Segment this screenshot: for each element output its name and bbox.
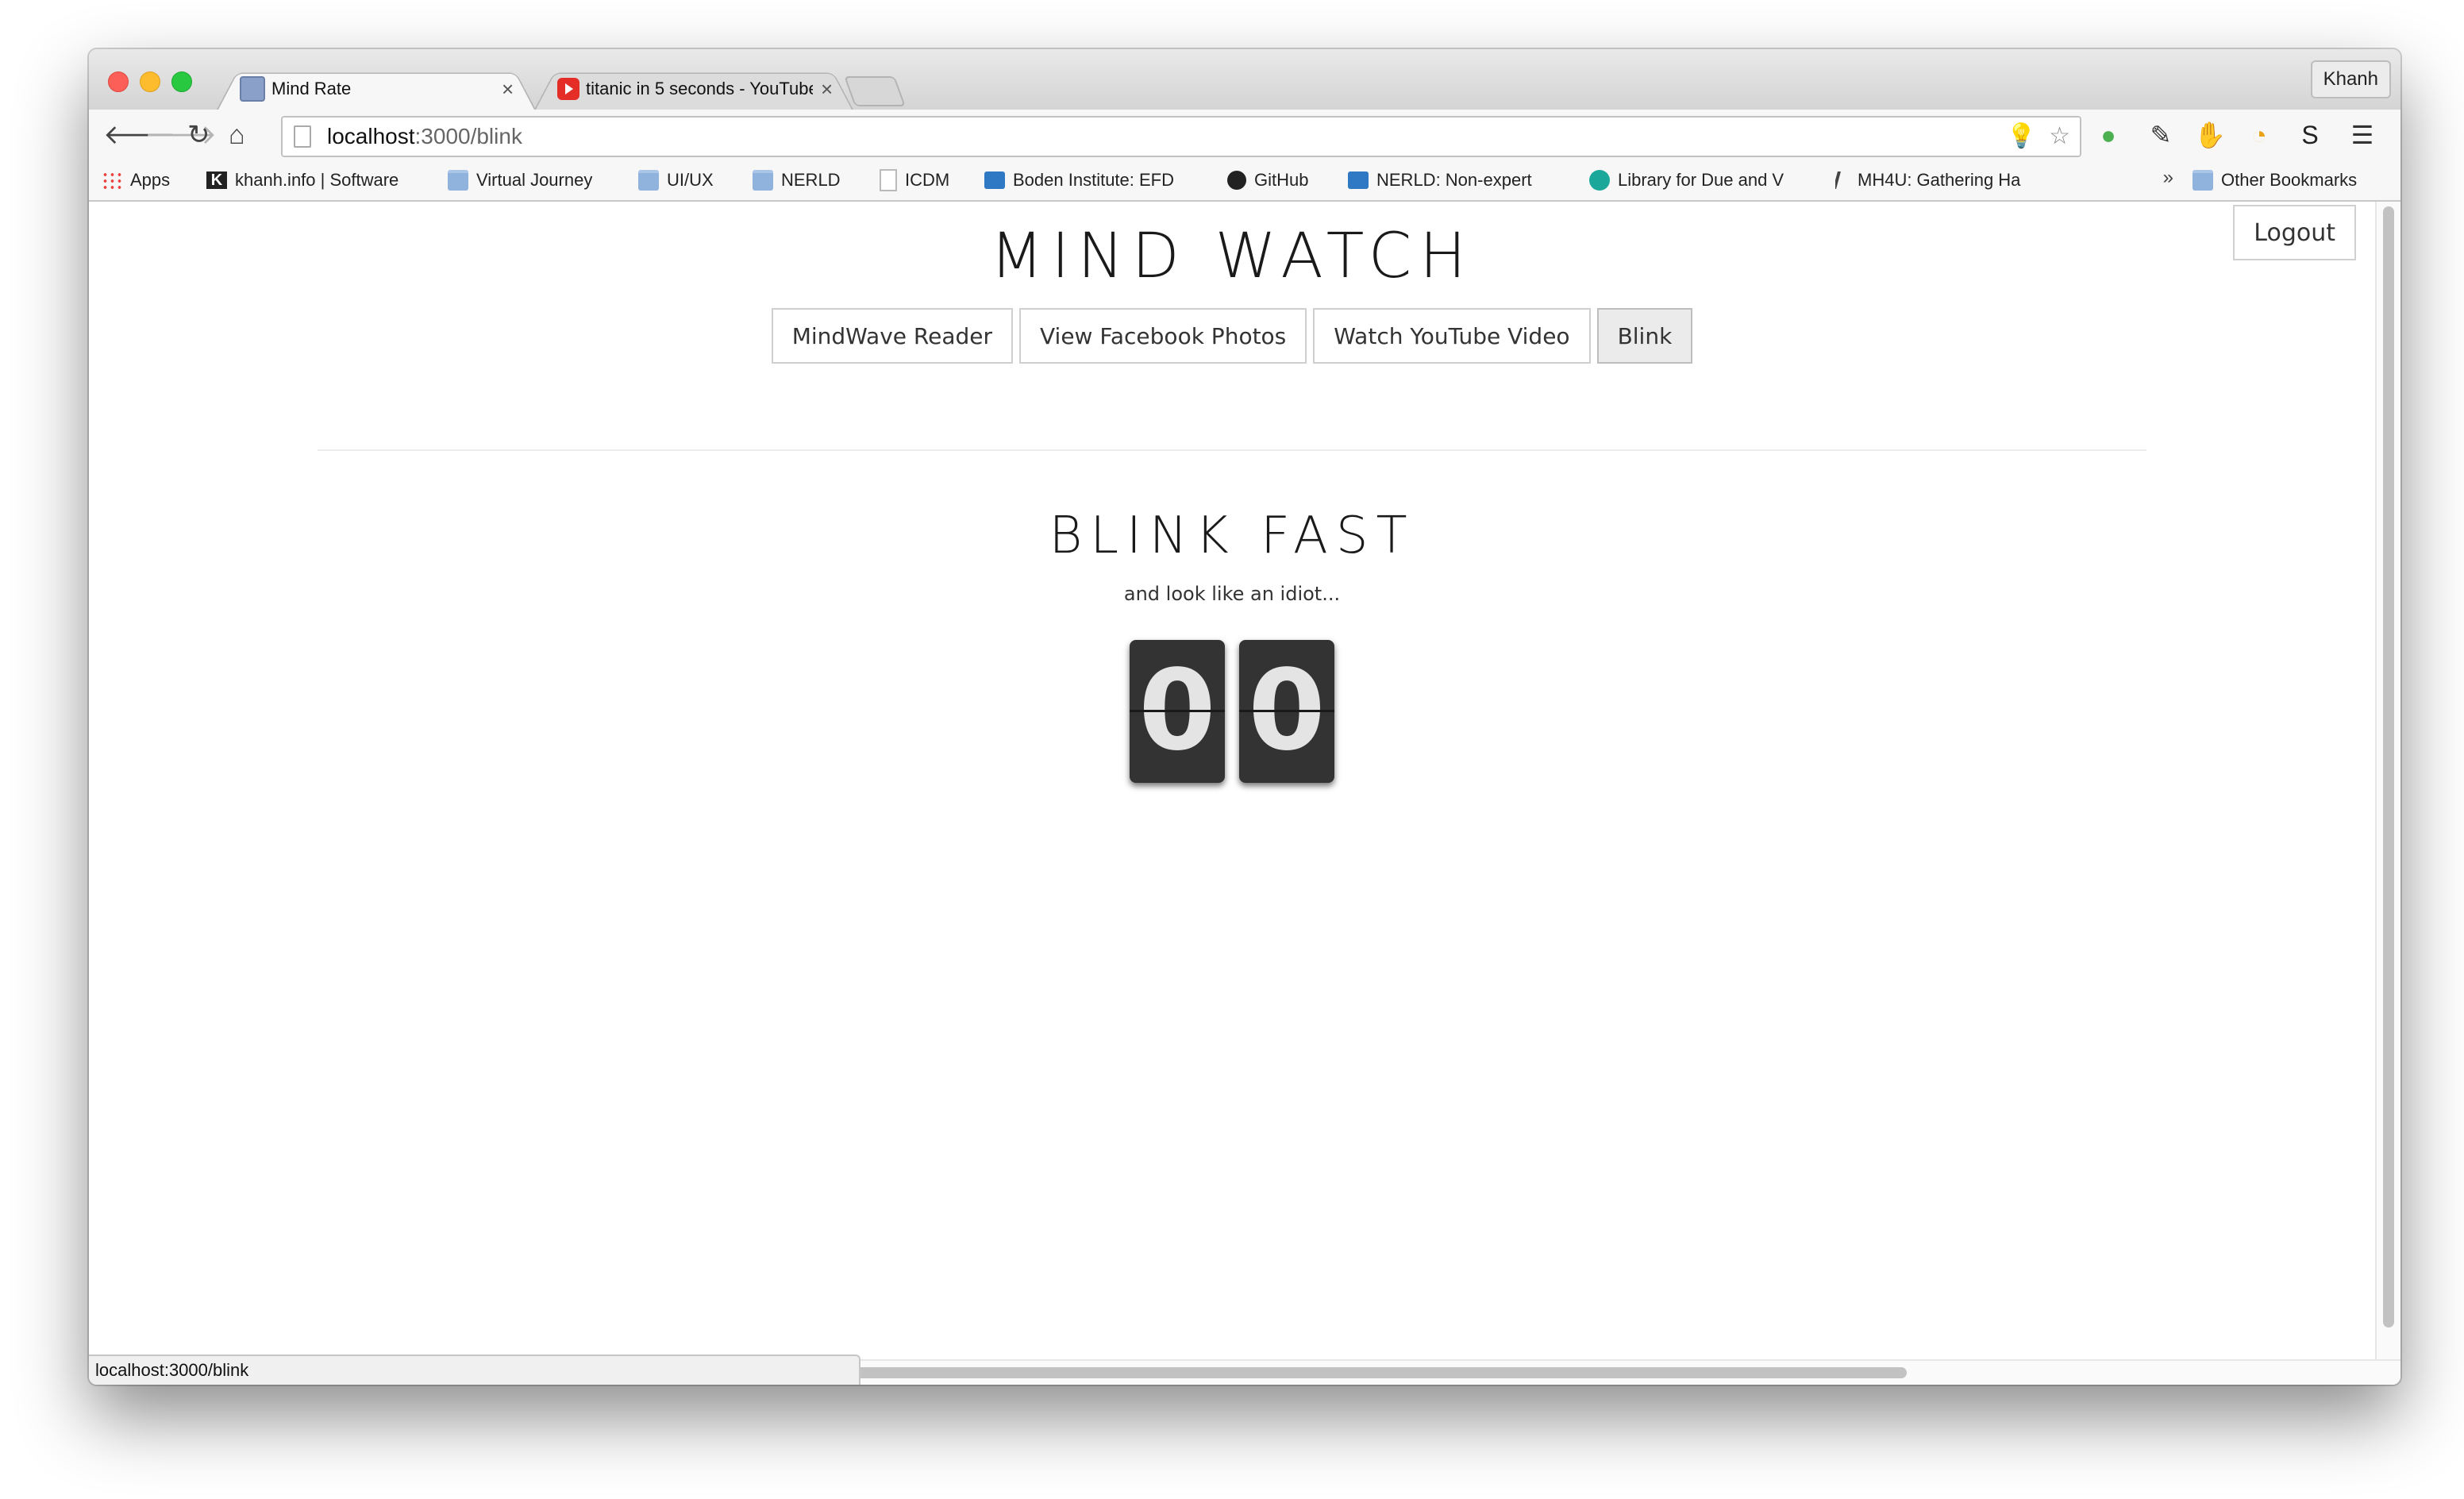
youtube-favicon-icon	[557, 78, 579, 100]
eyedropper-icon[interactable]: ✎	[2146, 121, 2175, 149]
bookmark-other-bookmarks[interactable]: Other Bookmarks	[2193, 167, 2357, 194]
quill-icon	[1835, 171, 1852, 189]
k-logo-icon: K	[206, 171, 227, 189]
url-path: :3000/blink	[414, 124, 522, 148]
lightbulb-icon[interactable]: 💡	[2007, 122, 2036, 150]
new-tab-button[interactable]	[844, 76, 906, 106]
blink-counter: 0 0	[89, 640, 2375, 783]
trello-icon	[1348, 171, 1369, 189]
owl-icon	[1589, 170, 1610, 191]
bookmark-virtual-journey[interactable]: Virtual Journey	[448, 167, 592, 194]
nav-mindwave-reader[interactable]: MindWave Reader	[771, 308, 1013, 364]
bookmark-star-icon[interactable]: ☆	[2049, 122, 2070, 150]
close-tab-icon[interactable]: ×	[502, 77, 514, 102]
browser-tab-mind-rate[interactable]: Mind Rate ×	[216, 67, 537, 111]
trello-icon	[984, 171, 1005, 189]
site-title: MIND WATCH	[990, 221, 1474, 292]
bookmark-nerld[interactable]: NERLD	[753, 167, 841, 194]
bookmark-icdm[interactable]: ICDM	[880, 167, 949, 194]
bookmark-apps[interactable]: Apps	[102, 167, 170, 194]
github-icon	[1227, 171, 1246, 190]
folder-icon	[638, 170, 659, 191]
page-icon	[294, 125, 311, 148]
bookmark-ui-ux[interactable]: UI/UX	[638, 167, 714, 194]
browser-window: Mind Rate × titanic in 5 seconds - YouTu…	[89, 49, 2400, 1385]
browser-tab-youtube[interactable]: titanic in 5 seconds - YouTube ×	[533, 67, 854, 111]
status-bar: localhost:3000/blink	[89, 1354, 860, 1385]
horizontal-scroll-thumb[interactable]	[848, 1367, 1907, 1378]
s-extension-icon[interactable]: S	[2296, 121, 2324, 149]
address-bar[interactable]: localhost :3000/blink 💡 ☆	[281, 116, 2081, 157]
tab-title: titanic in 5 seconds - YouTube	[586, 79, 813, 98]
bookmarks-overflow-chevron[interactable]: »	[2163, 167, 2173, 189]
window-maximize-button[interactable]	[171, 71, 192, 92]
nav-watch-youtube-video[interactable]: Watch YouTube Video	[1313, 308, 1591, 364]
window-minimize-button[interactable]	[140, 71, 160, 92]
vertical-scrollbar[interactable]	[2375, 202, 2400, 1359]
menu-icon[interactable]: ☰	[2348, 121, 2377, 149]
page-heading: BLINK FAST	[1049, 507, 1415, 565]
bookmarks-bar: Apps K khanh.info | Software Virtual Jou…	[89, 160, 2400, 202]
bookmark-github[interactable]: GitHub	[1227, 167, 1308, 194]
page-subtitle: and look like an idiot...	[1123, 583, 1341, 605]
counter-digit: 0	[1239, 640, 1334, 783]
page-content: Logout MIND WATCH MindWave Reader View F…	[89, 202, 2375, 1359]
window-close-button[interactable]	[108, 71, 129, 92]
apps-grid-icon	[102, 171, 122, 189]
vertical-scroll-thumb[interactable]	[2383, 206, 2394, 1328]
tab-title: Mind Rate	[271, 79, 352, 98]
main-nav: MindWave Reader View Facebook Photos Wat…	[89, 308, 2375, 364]
close-tab-icon[interactable]: ×	[821, 77, 833, 102]
folder-icon	[753, 170, 773, 191]
browser-toolbar: 🡐 🡒 ↻ ⌂ localhost :3000/blink 💡 ☆ ● ✎ ✋ …	[89, 110, 2400, 160]
reload-icon[interactable]: ↻	[187, 118, 210, 152]
folder-icon	[2193, 170, 2213, 191]
bookmark-mh4u[interactable]: MH4U: Gathering Ha	[1835, 167, 2137, 194]
extension-balloon-icon[interactable]: ●	[2094, 121, 2123, 149]
divider	[318, 449, 2146, 451]
home-icon[interactable]: ⌂	[229, 118, 245, 152]
tab-strip: Mind Rate × titanic in 5 seconds - YouTu…	[89, 49, 2400, 111]
mind-rate-favicon-icon	[240, 76, 265, 102]
counter-digit: 0	[1130, 640, 1225, 783]
adblock-icon[interactable]: ✋	[2194, 121, 2226, 149]
url-host: localhost	[327, 124, 415, 148]
folder-icon	[448, 170, 468, 191]
document-icon	[880, 169, 897, 191]
nav-blink[interactable]: Blink	[1596, 308, 1693, 364]
nav-view-facebook-photos[interactable]: View Facebook Photos	[1019, 308, 1307, 364]
pie-chart-extension-icon[interactable]: ◔	[2245, 121, 2273, 149]
profile-button[interactable]: Khanh	[2310, 60, 2391, 98]
